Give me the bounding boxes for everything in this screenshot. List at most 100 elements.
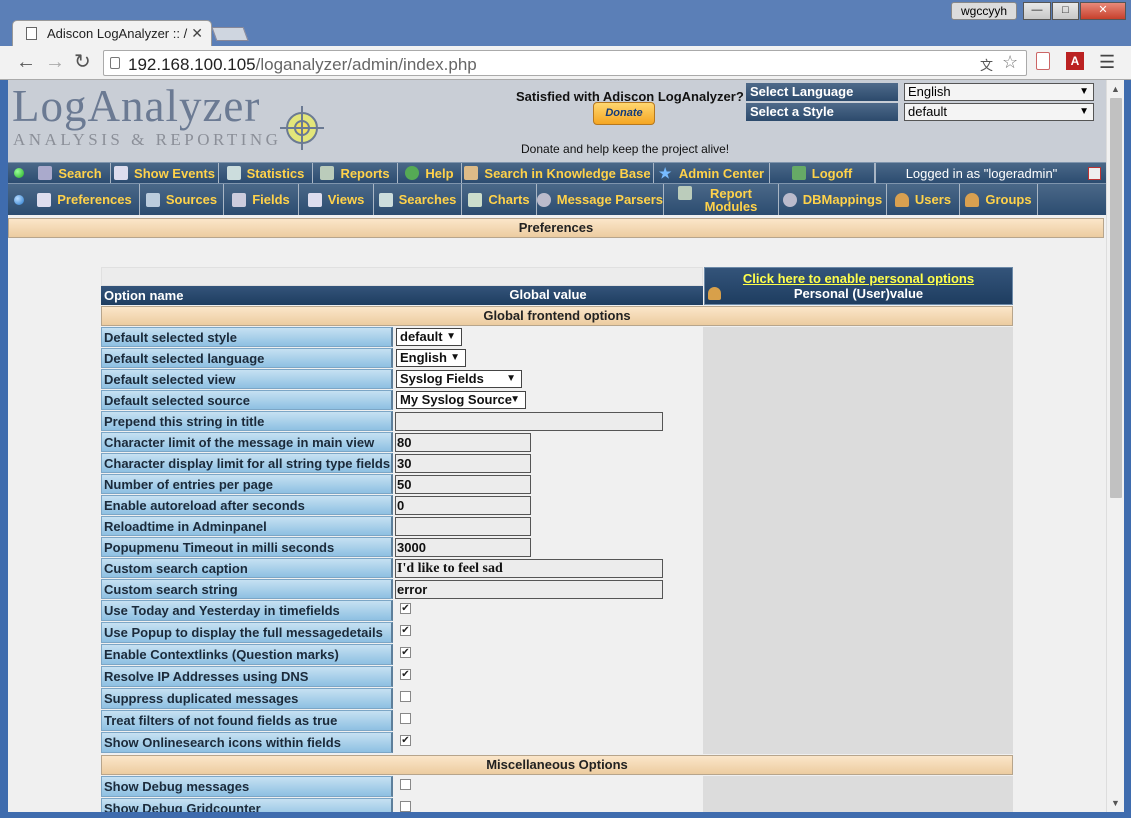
translate-icon[interactable]: 文: [980, 55, 993, 74]
option-checkbox[interactable]: [400, 801, 411, 812]
forward-icon[interactable]: →: [45, 52, 65, 72]
admin-menu: Preferences Sources Fields Views Searche…: [8, 183, 1106, 215]
menu-search[interactable]: Search: [30, 163, 111, 183]
option-checkbox[interactable]: ✔: [400, 669, 411, 680]
extension-pdf-icon[interactable]: [1036, 52, 1050, 70]
minimize-button[interactable]: —: [1023, 2, 1051, 20]
admin-menu-views[interactable]: Views: [299, 184, 374, 215]
option-select[interactable]: My Syslog Source ▼: [396, 391, 526, 409]
scrollbar-thumb[interactable]: [1110, 98, 1122, 498]
menu-logoff[interactable]: Logoff: [770, 163, 875, 183]
option-text-input[interactable]: I'd like to feel sad: [395, 559, 663, 578]
option-row-suppress-duplicates: Suppress duplicated messages: [101, 688, 1013, 710]
admin-menu-dbmappings[interactable]: DBMappings: [779, 184, 887, 215]
admin-menu-searches[interactable]: Searches: [374, 184, 462, 215]
option-checkbox[interactable]: [400, 691, 411, 702]
reload-icon[interactable]: ↻: [74, 52, 91, 72]
logoff-icon: [791, 166, 806, 180]
option-personal-cell: [703, 688, 1013, 710]
admin-menu-preferences[interactable]: Preferences: [30, 184, 140, 215]
option-checkbox[interactable]: [400, 779, 411, 790]
maximize-button[interactable]: □: [1052, 2, 1079, 20]
option-row-default-language: Default selected language English ▼: [101, 348, 1013, 369]
option-value-cell: I'd like to feel sad: [393, 558, 703, 579]
option-label: Treat filters of not found fields as tru…: [101, 710, 393, 731]
admin-menu-users[interactable]: Users: [887, 184, 960, 215]
tab-title: Adiscon LogAnalyzer :: /: [47, 26, 188, 41]
browser-menu-icon[interactable]: ☰: [1099, 52, 1115, 73]
admin-menu-report-modules[interactable]: Report Modules: [664, 184, 779, 215]
browser-tab[interactable]: Adiscon LogAnalyzer :: / ✕: [12, 20, 212, 46]
option-text-input[interactable]: [395, 412, 663, 431]
option-row-show-onlinesearch-icons: Show Onlinesearch icons within fields ✔: [101, 732, 1013, 754]
style-select[interactable]: default ▼: [904, 103, 1094, 121]
option-label: Enable autoreload after seconds: [101, 495, 393, 515]
option-personal-cell: [703, 776, 1013, 798]
option-text-input[interactable]: 50: [395, 475, 531, 494]
back-icon[interactable]: ←: [16, 52, 36, 72]
scroll-down-arrow-icon[interactable]: ▼: [1111, 798, 1120, 808]
option-checkbox[interactable]: [400, 713, 411, 724]
option-select[interactable]: English ▼: [396, 349, 466, 367]
option-personal-cell: [703, 558, 1013, 579]
option-text-input[interactable]: error: [395, 580, 663, 599]
option-label: Show Debug Gridcounter: [101, 798, 393, 812]
close-window-button[interactable]: ✕: [1080, 2, 1126, 20]
logo-target-icon: [280, 106, 324, 150]
sources-icon: [145, 192, 160, 207]
option-checkbox[interactable]: ✔: [400, 647, 411, 658]
option-select[interactable]: default ▼: [396, 328, 462, 346]
option-personal-cell: [703, 644, 1013, 666]
page-info-icon[interactable]: [110, 57, 120, 69]
address-bar[interactable]: 192.168.100.105/loganalyzer/admin/index.…: [103, 50, 1027, 76]
menu-knowledge-base[interactable]: Search in Knowledge Base: [462, 163, 654, 183]
calendar-icon[interactable]: [1088, 167, 1101, 180]
address-toolbar: ← → ↻ 192.168.100.105/loganalyzer/admin/…: [0, 46, 1131, 80]
menu-show-events[interactable]: Show Events: [111, 163, 219, 183]
option-personal-cell: [703, 432, 1013, 453]
admin-menu-groups[interactable]: Groups: [960, 184, 1038, 215]
option-value-cell: 3000: [393, 537, 703, 558]
option-value-cell: 50: [393, 474, 703, 495]
option-text-input[interactable]: 0: [395, 496, 531, 515]
option-row-prepend-title: Prepend this string in title: [101, 411, 1013, 432]
option-value-cell: ✔: [393, 732, 703, 754]
option-text-input[interactable]: 80: [395, 433, 531, 452]
bookmark-star-icon[interactable]: ☆: [1002, 52, 1018, 73]
new-tab-button[interactable]: [211, 27, 249, 41]
option-select[interactable]: Syslog Fields ▼: [396, 370, 522, 388]
option-row-popup-timeout: Popupmenu Timeout in milli seconds 3000: [101, 537, 1013, 558]
url-text[interactable]: 192.168.100.105/loganalyzer/admin/index.…: [128, 55, 477, 75]
dropdown-arrow-icon: ▼: [1079, 86, 1089, 97]
profile-chip[interactable]: wgccyyh: [951, 2, 1017, 20]
scroll-up-arrow-icon[interactable]: ▲: [1111, 84, 1120, 94]
admin-dot-icon: [14, 195, 24, 205]
donate-button[interactable]: Donate: [593, 102, 655, 125]
admin-menu-message-parsers[interactable]: Message Parsers: [537, 184, 664, 215]
option-text-input[interactable]: 30: [395, 454, 531, 473]
menu-statistics[interactable]: Statistics: [219, 163, 313, 183]
page-viewport: LogAnalyzer ANALYSIS & REPORTING Satisfi…: [8, 80, 1106, 812]
star-icon: ★: [658, 165, 672, 181]
menu-help[interactable]: Help: [398, 163, 462, 183]
option-personal-cell: [703, 348, 1013, 369]
vertical-scrollbar[interactable]: ▲ ▼: [1106, 80, 1124, 812]
language-select[interactable]: English ▼: [904, 83, 1094, 101]
menu-admin-center[interactable]: ★ Admin Center: [654, 163, 770, 183]
misc-option-row: Show Debug Gridcounter: [101, 798, 1013, 812]
admin-menu-sources[interactable]: Sources: [140, 184, 224, 215]
admin-menu-charts[interactable]: Charts: [462, 184, 537, 215]
admin-menu-fields[interactable]: Fields: [224, 184, 299, 215]
menu-reports[interactable]: Reports: [313, 163, 398, 183]
option-text-input[interactable]: 3000: [395, 538, 531, 557]
option-text-input[interactable]: [395, 517, 531, 536]
extension-a-icon[interactable]: A: [1066, 52, 1084, 70]
option-checkbox[interactable]: ✔: [400, 625, 411, 636]
enable-personal-options-link[interactable]: Click here to enable personal options: [705, 271, 1012, 286]
option-personal-cell: [703, 369, 1013, 390]
option-checkbox[interactable]: ✔: [400, 603, 411, 614]
option-checkbox[interactable]: ✔: [400, 735, 411, 746]
tab-close-icon[interactable]: ✕: [191, 25, 203, 42]
option-value-cell: [393, 516, 703, 537]
user-icon: [708, 287, 721, 300]
